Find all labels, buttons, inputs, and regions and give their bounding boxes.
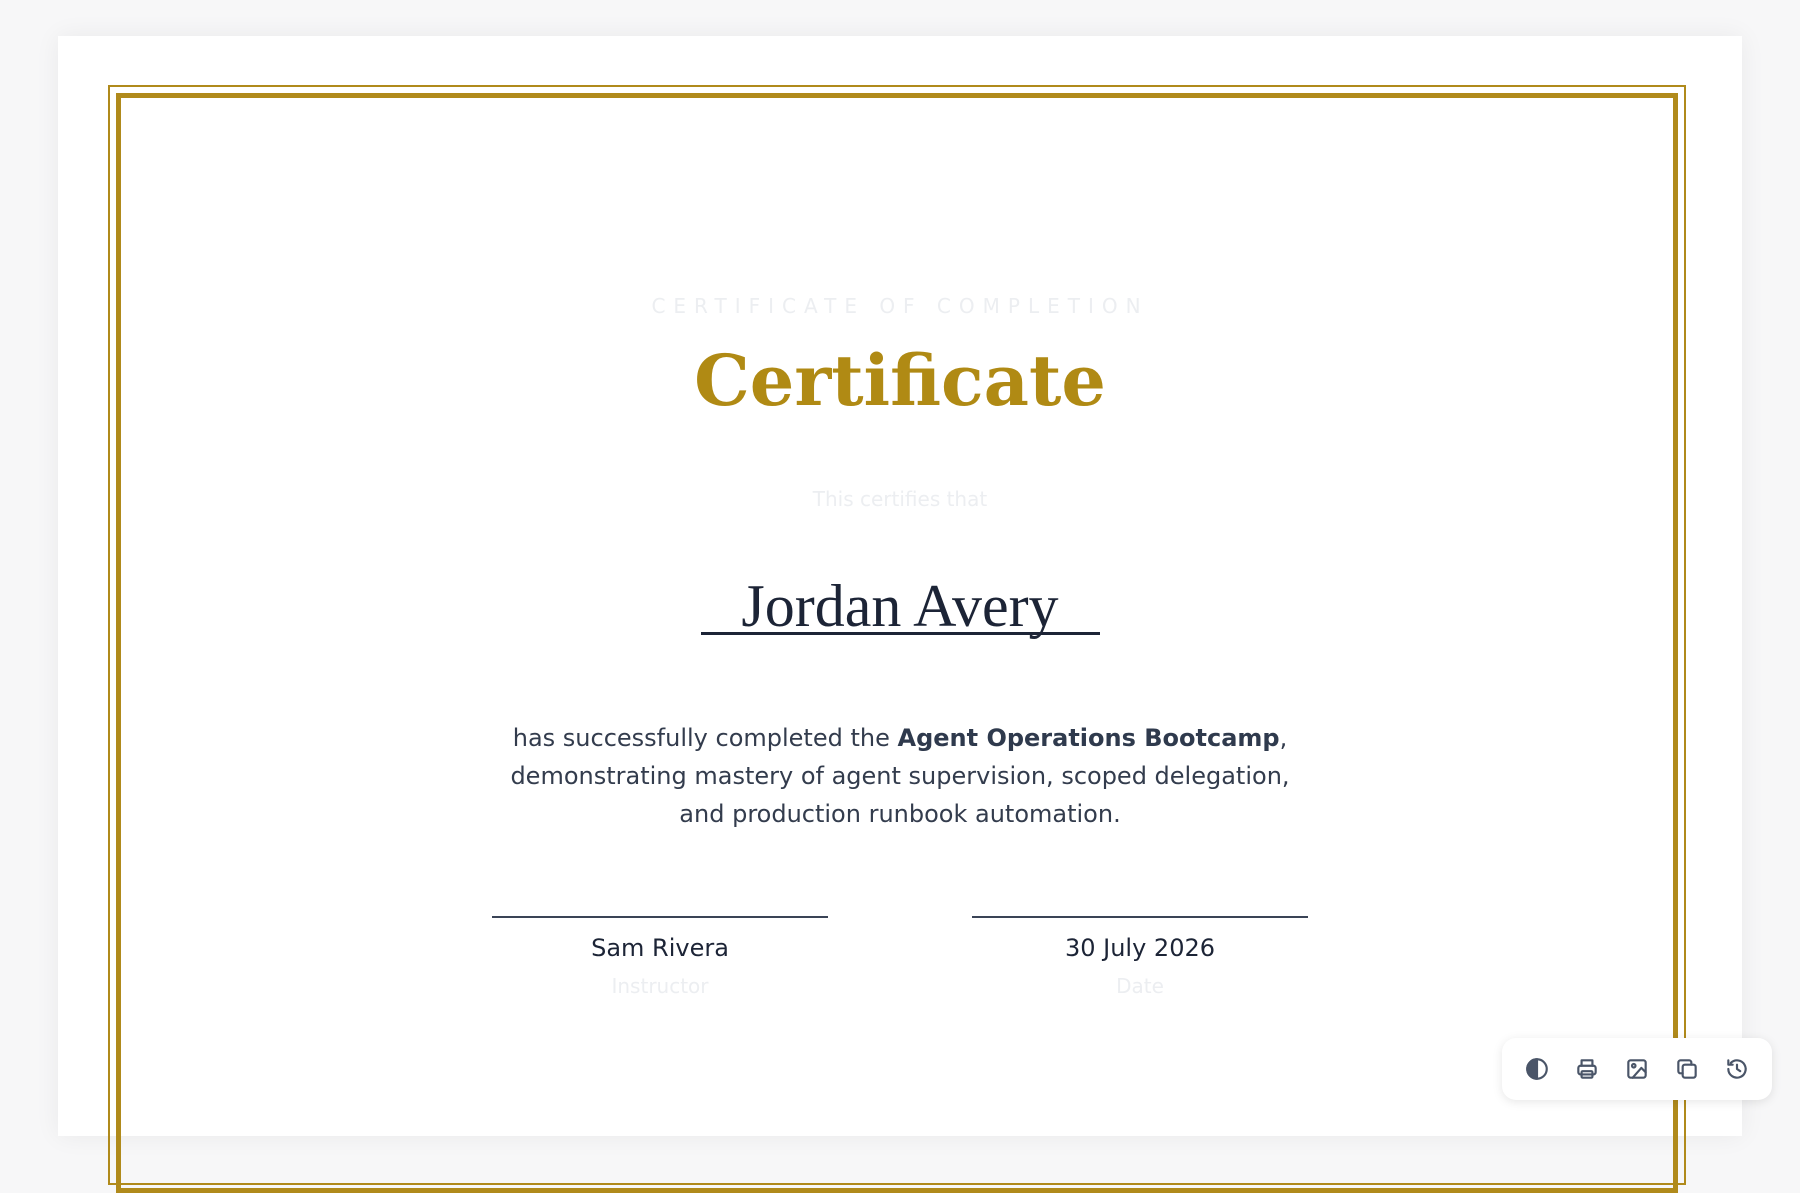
signature-instructor: Sam Rivera Instructor	[492, 916, 828, 998]
name-underline	[701, 632, 1100, 635]
copy-button[interactable]	[1667, 1049, 1707, 1089]
recipient-name: Jordan Avery	[741, 573, 1059, 639]
instructor-label: Instructor	[611, 974, 709, 998]
history-icon	[1727, 1059, 1747, 1079]
history-button[interactable]	[1717, 1049, 1757, 1089]
export-image-button[interactable]	[1617, 1049, 1657, 1089]
course-name: Agent Operations Bootcamp	[897, 724, 1280, 752]
signature-line	[492, 916, 828, 918]
signature-date: 30 July 2026 Date	[972, 916, 1308, 998]
contrast-icon	[1526, 1058, 1548, 1080]
date-value: 30 July 2026	[1064, 934, 1216, 962]
signature-line	[972, 916, 1308, 918]
certificate-content: CERTIFICATE OF COMPLETION Certificate Th…	[58, 36, 1742, 1136]
certificate-body: has successfully completed the Agent Ope…	[500, 719, 1300, 833]
copy-icon	[1677, 1059, 1697, 1079]
certificate-page: CERTIFICATE OF COMPLETION Certificate Th…	[58, 36, 1742, 1193]
instructor-name: Sam Rivera	[591, 934, 729, 962]
certificate-eyebrow: CERTIFICATE OF COMPLETION	[651, 294, 1149, 318]
date-label: Date	[1116, 974, 1164, 998]
certifies-text: This certifies that	[812, 487, 988, 511]
floating-toolbar	[1502, 1038, 1772, 1100]
certificate-title: Certificate	[694, 339, 1106, 422]
image-icon	[1627, 1059, 1647, 1079]
print-button[interactable]	[1567, 1049, 1607, 1089]
print-icon	[1577, 1059, 1597, 1079]
toggle-theme-button[interactable]	[1517, 1049, 1557, 1089]
body-prefix: has successfully completed the	[512, 724, 898, 752]
